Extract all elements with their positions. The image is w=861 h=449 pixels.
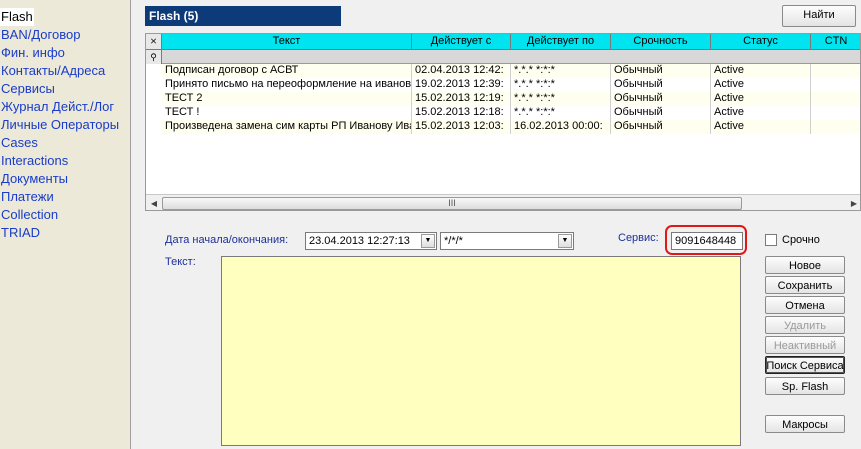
sidebar: Flash BAN/Договор Фин. инфо Контакты/Адр…	[0, 0, 131, 449]
grid-header: ⨯ Текст Действует с Действует по Срочнос…	[146, 34, 860, 50]
date-start-select[interactable]: 23.04.2013 12:27:13 ▼	[305, 232, 437, 250]
cell-text: Принято письмо на переоформление на иван…	[162, 78, 412, 92]
text-label: Текст:	[165, 256, 196, 268]
cancel-button[interactable]: Отмена	[765, 296, 845, 314]
filter-search-icon[interactable]: ⚲	[146, 50, 162, 64]
table-row[interactable]: ТЕСТ ! 15.02.2013 12:18: *.*.* *:*:* Обы…	[162, 106, 860, 120]
sidebar-item-payments[interactable]: Платежи	[0, 188, 130, 206]
table-row[interactable]: Произведена замена сим карты РП Иванову …	[162, 120, 860, 134]
delete-button[interactable]: Удалить	[765, 316, 845, 334]
cell-status: Active	[711, 106, 811, 120]
cell-urgency: Обычный	[611, 64, 711, 78]
sidebar-item-ban[interactable]: BAN/Договор	[0, 26, 130, 44]
urgent-label: Срочно	[782, 234, 820, 246]
cell-valid-from: 15.02.2013 12:03:	[412, 120, 511, 134]
cell-status: Active	[711, 78, 811, 92]
sp-flash-button[interactable]: Sp. Flash	[765, 377, 845, 395]
cell-text: ТЕСТ 2	[162, 92, 412, 106]
page-title: Flash (5)	[145, 6, 341, 26]
sidebar-item-triad[interactable]: TRIAD	[0, 224, 130, 242]
cell-ctn	[811, 106, 860, 120]
cell-status: Active	[711, 92, 811, 106]
chevron-down-icon[interactable]: ▼	[558, 234, 572, 248]
column-header-ctn[interactable]: CTN	[811, 34, 860, 50]
cell-valid-from: 19.02.2013 12:39:	[412, 78, 511, 92]
cell-valid-to: 16.02.2013 00:00:	[511, 120, 611, 134]
cell-ctn	[811, 120, 860, 134]
date-end-value: */*/*	[444, 235, 463, 247]
cell-valid-from: 15.02.2013 12:19:	[412, 92, 511, 106]
new-button[interactable]: Новое	[765, 256, 845, 274]
cell-ctn	[811, 92, 860, 106]
cell-status: Active	[711, 64, 811, 78]
search-service-button[interactable]: Поиск Сервиса	[765, 356, 845, 374]
text-area[interactable]	[221, 256, 741, 446]
cell-status: Active	[711, 120, 811, 134]
sidebar-item-fin-info[interactable]: Фин. инфо	[0, 44, 130, 62]
sidebar-item-contacts[interactable]: Контакты/Адреса	[0, 62, 130, 80]
cell-urgency: Обычный	[611, 106, 711, 120]
date-range-label: Дата начала/окончания:	[165, 234, 289, 246]
column-header-text[interactable]: Текст	[162, 34, 412, 50]
scroll-thumb[interactable]: III	[162, 197, 742, 210]
table-row[interactable]: Принято письмо на переоформление на иван…	[162, 78, 860, 92]
filter-row[interactable]: ⚲	[146, 50, 860, 64]
column-header-status[interactable]: Статус	[711, 34, 811, 50]
cell-urgency: Обычный	[611, 92, 711, 106]
sidebar-item-operators[interactable]: Личные Операторы	[0, 116, 130, 134]
cell-valid-from: 15.02.2013 12:18:	[412, 106, 511, 120]
cell-valid-to: *.*.* *:*:*	[511, 64, 611, 78]
cell-text: ТЕСТ !	[162, 106, 412, 120]
chevron-down-icon[interactable]: ▼	[421, 234, 435, 248]
sidebar-item-documents[interactable]: Документы	[0, 170, 130, 188]
sidebar-item-collection[interactable]: Collection	[0, 206, 130, 224]
cell-valid-to: *.*.* *:*:*	[511, 106, 611, 120]
cell-valid-to: *.*.* *:*:*	[511, 78, 611, 92]
service-label: Сервис:	[618, 232, 659, 244]
inactive-button[interactable]: Неактивный	[765, 336, 845, 354]
grid-rows: Подписан договор с АСВТ 02.04.2013 12:42…	[162, 64, 860, 134]
urgent-checkbox[interactable]	[765, 234, 777, 246]
sidebar-item-log[interactable]: Журнал Дейст./Лог	[0, 98, 130, 116]
cell-urgency: Обычный	[611, 120, 711, 134]
horizontal-scrollbar[interactable]: ◀ III ▶	[146, 194, 860, 210]
scroll-right-icon[interactable]: ▶	[847, 197, 860, 210]
column-header-urgency[interactable]: Срочность	[611, 34, 711, 50]
sidebar-item-flash[interactable]: Flash	[0, 8, 34, 26]
flash-grid: ⨯ Текст Действует с Действует по Срочнос…	[145, 33, 861, 211]
cell-text: Подписан договор с АСВТ	[162, 64, 412, 78]
collapse-icon[interactable]: ⨯	[146, 34, 162, 50]
date-end-select[interactable]: */*/* ▼	[440, 232, 574, 250]
sidebar-item-cases[interactable]: Cases	[0, 134, 130, 152]
cell-text: Произведена замена сим карты РП Иванову …	[162, 120, 412, 134]
cell-ctn	[811, 64, 860, 78]
sidebar-item-interactions[interactable]: Interactions	[0, 152, 130, 170]
cell-ctn	[811, 78, 860, 92]
table-row[interactable]: ТЕСТ 2 15.02.2013 12:19: *.*.* *:*:* Обы…	[162, 92, 860, 106]
scroll-left-icon[interactable]: ◀	[147, 197, 161, 210]
main-panel: Flash (5) Найти ⨯ Текст Действует с Дейс…	[131, 0, 861, 449]
column-header-valid-to[interactable]: Действует по	[511, 34, 611, 50]
find-button[interactable]: Найти	[782, 5, 856, 27]
cell-urgency: Обычный	[611, 78, 711, 92]
sidebar-item-services[interactable]: Сервисы	[0, 80, 130, 98]
cell-valid-from: 02.04.2013 12:42:	[412, 64, 511, 78]
date-start-value: 23.04.2013 12:27:13	[309, 235, 410, 247]
service-highlight-annotation	[665, 225, 747, 255]
column-header-valid-from[interactable]: Действует с	[412, 34, 511, 50]
cell-valid-to: *.*.* *:*:*	[511, 92, 611, 106]
table-row[interactable]: Подписан договор с АСВТ 02.04.2013 12:42…	[162, 64, 860, 78]
save-button[interactable]: Сохранить	[765, 276, 845, 294]
macros-button[interactable]: Макросы	[765, 415, 845, 433]
